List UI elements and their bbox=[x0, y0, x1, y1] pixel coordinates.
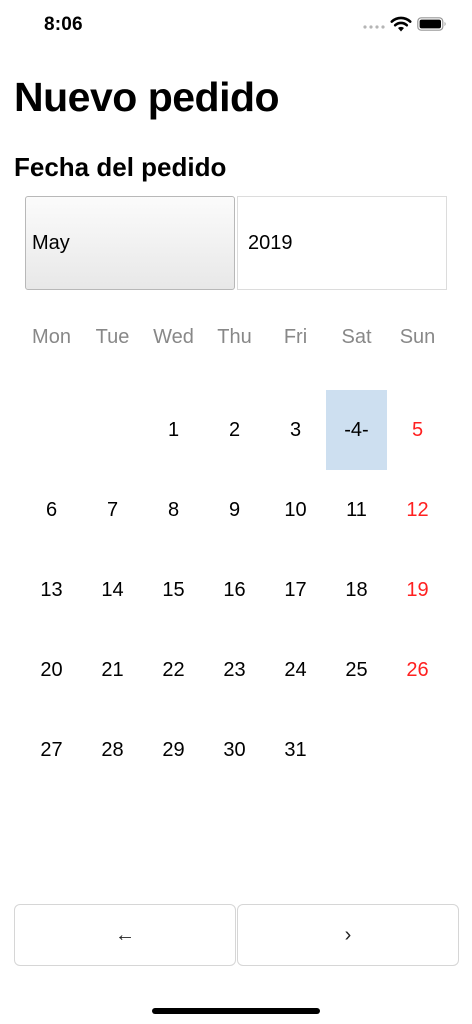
weekday-label: Fri bbox=[283, 326, 308, 348]
calendar-day-selected[interactable]: -4- bbox=[326, 390, 387, 470]
page-title: Nuevo pedido bbox=[14, 74, 280, 120]
weekday-label: Tue bbox=[95, 326, 130, 348]
calendar-day[interactable]: 10 bbox=[265, 470, 326, 550]
calendar-day[interactable]: 13 bbox=[21, 550, 82, 630]
calendar-day[interactable]: 29 bbox=[143, 710, 204, 790]
calendar-day[interactable]: 24 bbox=[265, 630, 326, 710]
calendar-grid: 1 2 3 -4- 5 6 7 8 9 10 11 12 13 14 15 16 17 18 19 20 21 22 23 2… bbox=[21, 390, 448, 790]
calendar-day[interactable]: 23 bbox=[204, 630, 265, 710]
calendar-day[interactable]: 18 bbox=[326, 550, 387, 630]
empty-day-cell bbox=[21, 390, 82, 470]
calendar-day[interactable]: 16 bbox=[204, 550, 265, 630]
home-indicator bbox=[152, 1008, 320, 1014]
calendar-day[interactable]: 21 bbox=[82, 630, 143, 710]
calendar-day[interactable]: 30 bbox=[204, 710, 265, 790]
calendar-day[interactable]: 11 bbox=[326, 470, 387, 550]
calendar-day[interactable]: 25 bbox=[326, 630, 387, 710]
calendar-day[interactable]: 20 bbox=[21, 630, 82, 710]
calendar-day[interactable]: 26 bbox=[387, 630, 448, 710]
year-value: 2019 bbox=[248, 231, 293, 254]
calendar-day[interactable]: 8 bbox=[143, 470, 204, 550]
calendar-day[interactable]: 3 bbox=[265, 390, 326, 470]
calendar-day[interactable]: 19 bbox=[387, 550, 448, 630]
wifi-icon bbox=[390, 16, 412, 32]
calendar-day[interactable]: 17 bbox=[265, 550, 326, 630]
weekday-label: Mon bbox=[32, 326, 71, 348]
section-title: Fecha del pedido bbox=[14, 152, 227, 182]
calendar-day[interactable]: 9 bbox=[204, 470, 265, 550]
calendar-day[interactable]: 6 bbox=[21, 470, 82, 550]
next-month-button[interactable]: › bbox=[237, 904, 459, 966]
calendar-day[interactable]: 15 bbox=[143, 550, 204, 630]
status-time: 8:06 bbox=[44, 14, 83, 35]
previous-month-button[interactable]: ← bbox=[14, 904, 236, 966]
cellular-signal-icon bbox=[363, 25, 385, 29]
calendar-day[interactable]: 2 bbox=[204, 390, 265, 470]
weekday-label: Sat bbox=[341, 326, 372, 348]
calendar-day[interactable]: 7 bbox=[82, 470, 143, 550]
calendar-day[interactable]: 22 bbox=[143, 630, 204, 710]
calendar-day[interactable]: 31 bbox=[265, 710, 326, 790]
weekday-label: Wed bbox=[153, 326, 194, 348]
calendar-day[interactable]: 28 bbox=[82, 710, 143, 790]
calendar-day[interactable]: 27 bbox=[21, 710, 82, 790]
weekday-header: Mon Tue Wed Thu Fri Sat Sun bbox=[21, 326, 448, 356]
arrow-left-icon: ← bbox=[115, 923, 135, 946]
weekday-label: Thu bbox=[217, 326, 252, 348]
calendar-day[interactable]: 5 bbox=[387, 390, 448, 470]
weekday-label: Sun bbox=[399, 326, 436, 348]
status-bar: 8:06 bbox=[0, 0, 472, 50]
calendar-day[interactable]: 14 bbox=[82, 550, 143, 630]
calendar-day[interactable]: 1 bbox=[143, 390, 204, 470]
year-input[interactable]: 2019 bbox=[237, 196, 447, 290]
empty-day-cell bbox=[82, 390, 143, 470]
battery-icon bbox=[417, 17, 446, 31]
month-value: May bbox=[32, 231, 70, 254]
chevron-right-icon: › bbox=[344, 923, 352, 946]
month-select[interactable]: May bbox=[25, 196, 235, 290]
calendar-day[interactable]: 12 bbox=[387, 470, 448, 550]
